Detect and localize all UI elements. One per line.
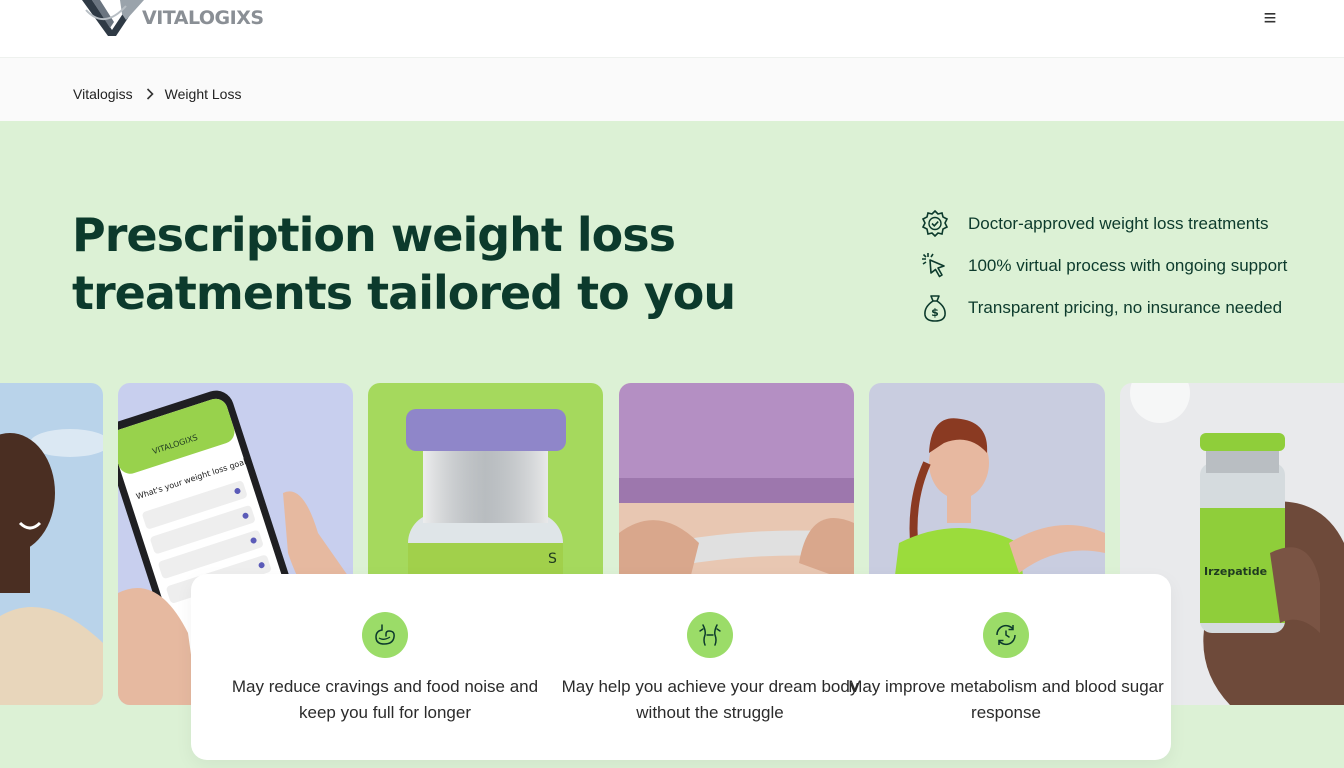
verified-badge-icon <box>921 209 949 238</box>
benefit-text: Doctor-approved weight loss treatments <box>968 214 1269 233</box>
benefit-text: Transparent pricing, no insurance needed <box>968 298 1283 317</box>
pointer-click-icon <box>922 253 945 278</box>
breadcrumb-bar: Vitalogiss Weight Loss <box>0 58 1344 121</box>
feature-text: May improve metabolism and blood sugar r… <box>848 677 1164 722</box>
features-card: May reduce cravings and food noise and k… <box>191 574 1171 760</box>
feature-item: May reduce cravings and food noise and k… <box>220 612 550 726</box>
feature-text: May help you achieve your dream body wit… <box>561 677 859 722</box>
breadcrumb: Vitalogiss Weight Loss <box>73 86 241 102</box>
benefit-item: 100% virtual process with ongoing suppor… <box>920 245 1320 287</box>
benefit-list: Doctor-approved weight loss treatments 1… <box>920 203 1320 329</box>
metabolism-clock-icon <box>996 624 1016 646</box>
chevron-right-icon <box>146 88 154 100</box>
feature-icon-circle <box>983 612 1029 658</box>
benefit-item: Doctor-approved weight loss treatments <box>920 203 1320 245</box>
vx-logo-mark-icon <box>82 0 144 36</box>
hamburger-menu-icon[interactable]: ≡ <box>1256 6 1284 30</box>
svg-text:S: S <box>548 551 557 567</box>
feature-item: May help you achieve your dream body wit… <box>545 612 875 726</box>
site-logo[interactable]: VITALOGIXS <box>80 0 264 36</box>
top-navigation-bar: VITALOGIXS ≡ <box>0 0 1344 58</box>
logo-text: VITALOGIXS <box>142 7 264 29</box>
feature-icon-circle <box>362 612 408 658</box>
breadcrumb-home-link[interactable]: Vitalogiss <box>73 86 133 102</box>
page-title: Prescription weight loss treatments tail… <box>72 208 736 320</box>
svg-text:$: $ <box>931 306 939 319</box>
feature-text: May reduce cravings and food noise and k… <box>231 677 539 722</box>
benefit-item: $ Transparent pricing, no insurance need… <box>920 287 1320 329</box>
stomach-icon <box>375 624 395 645</box>
svg-text:Irzepatide: Irzepatide <box>1204 565 1267 578</box>
body-icon <box>699 624 721 646</box>
money-bag-icon: $ <box>924 295 946 322</box>
photo-smiling-man <box>0 383 103 705</box>
feature-item: May improve metabolism and blood sugar r… <box>841 612 1171 726</box>
breadcrumb-current: Weight Loss <box>164 86 242 102</box>
feature-icon-circle <box>687 612 733 658</box>
benefit-text: 100% virtual process with ongoing suppor… <box>968 256 1288 275</box>
